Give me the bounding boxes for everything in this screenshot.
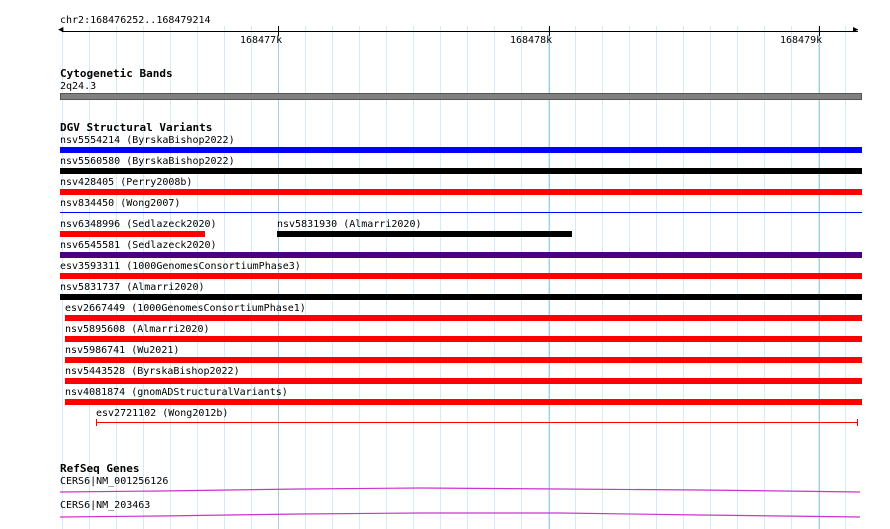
variant-feature[interactable] [60, 273, 862, 279]
variant-feature[interactable] [60, 168, 862, 174]
variant-feature[interactable] [65, 315, 862, 321]
ruler-axis [62, 31, 858, 32]
variant-end-cap [96, 419, 97, 426]
track-title-refseq[interactable]: RefSeq Genes [60, 463, 139, 475]
variant-label[interactable]: nsv5831930 (Almarri2020) [277, 219, 422, 230]
variant-label[interactable]: nsv5895608 (Almarri2020) [65, 324, 210, 335]
track-title-cytogenetic-bands[interactable]: Cytogenetic Bands [60, 68, 173, 80]
variant-feature[interactable] [65, 399, 862, 405]
variant-feature[interactable] [65, 336, 862, 342]
variant-feature[interactable] [60, 189, 862, 195]
variant-label[interactable]: nsv4081874 (gnomADStructuralVariants) [65, 387, 288, 398]
transcript-glyph[interactable] [0, 484, 890, 498]
variant-label[interactable]: nsv6545581 (Sedlazeck2020) [60, 240, 217, 251]
transcript-glyph[interactable] [0, 508, 890, 522]
variant-feature[interactable] [60, 294, 862, 300]
scroll-right-arrow-icon[interactable]: ▶ [853, 26, 858, 35]
variant-label[interactable]: nsv428405 (Perry2008b) [60, 177, 192, 188]
variant-end-cap [857, 419, 858, 426]
cytoband-bar[interactable] [60, 93, 862, 100]
variant-label[interactable]: nsv5986741 (Wu2021) [65, 345, 179, 356]
track-title-dgv[interactable]: DGV Structural Variants [60, 122, 212, 134]
variant-feature[interactable] [65, 378, 862, 384]
genome-browser-view: chr2:168476252..168479214 ◀ ▶ 168477k 16… [0, 0, 890, 529]
variant-label[interactable]: nsv834450 (Wong2007) [60, 198, 180, 209]
variant-feature[interactable] [60, 231, 205, 237]
variant-label[interactable]: nsv5554214 (ByrskaBishop2022) [60, 135, 235, 146]
variant-label[interactable]: esv3593311 (1000GenomesConsortiumPhase3) [60, 261, 301, 272]
variant-feature[interactable] [277, 231, 572, 237]
variant-feature[interactable] [60, 147, 862, 153]
variant-feature[interactable] [60, 212, 862, 213]
cytoband-label: 2q24.3 [60, 81, 97, 92]
variant-feature[interactable] [60, 252, 862, 258]
ruler-range-label: chr2:168476252..168479214 [60, 15, 211, 26]
variant-label[interactable]: esv2721102 (Wong2012b) [96, 408, 228, 419]
variant-label[interactable]: nsv5560580 (ByrskaBishop2022) [60, 156, 235, 167]
ruler-tick-label: 168478k [510, 35, 553, 46]
variant-label[interactable]: nsv6348996 (Sedlazeck2020) [60, 219, 217, 230]
ruler-tick-label: 168479k [780, 35, 823, 46]
variant-label[interactable]: nsv5443528 (ByrskaBishop2022) [65, 366, 240, 377]
variant-label[interactable]: nsv5831737 (Almarri2020) [60, 282, 205, 293]
variant-feature[interactable] [65, 357, 862, 363]
variant-feature[interactable] [96, 422, 858, 423]
variant-label[interactable]: esv2667449 (1000GenomesConsortiumPhase1) [65, 303, 306, 314]
ruler-tick-label: 168477k [240, 35, 283, 46]
